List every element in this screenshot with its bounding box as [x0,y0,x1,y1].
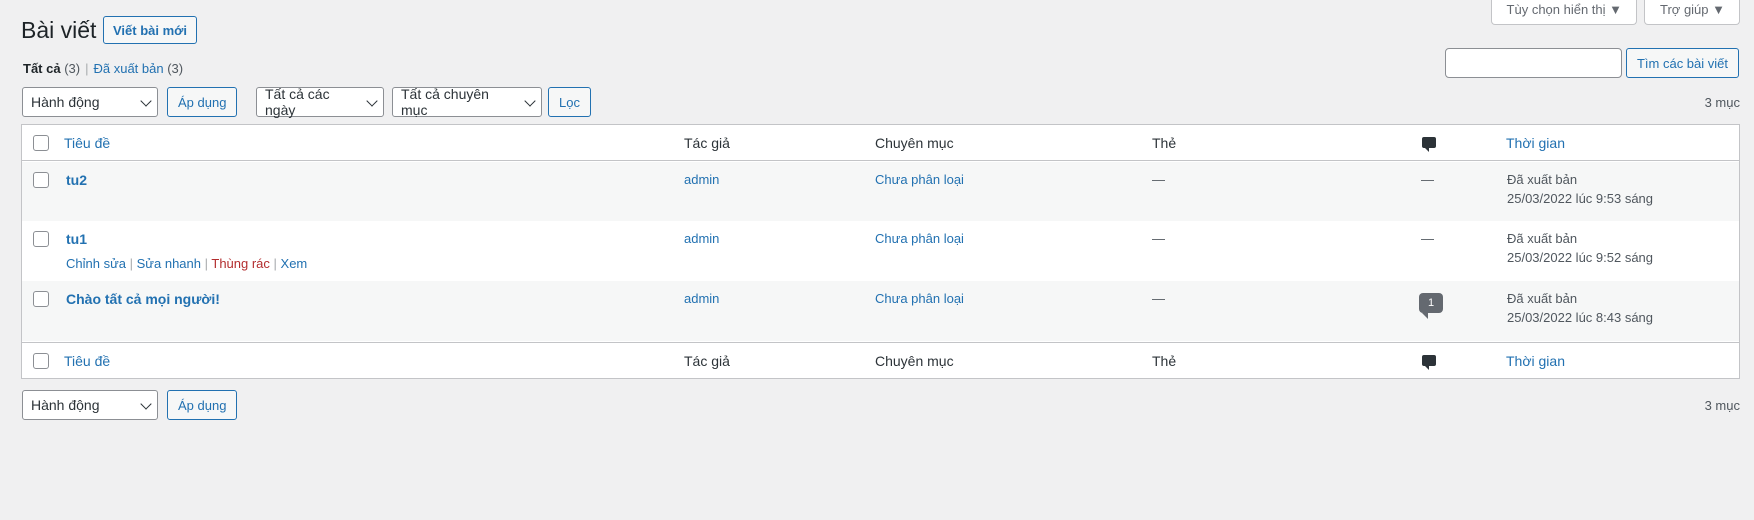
author-link[interactable]: admin [684,291,719,306]
comment-icon[interactable] [1422,355,1436,370]
comments-value: — [1421,172,1434,187]
column-author: Tác giả [684,353,730,369]
column-tags: Thẻ [1152,135,1177,151]
column-date-sort[interactable]: Thời gian [1506,353,1565,369]
view-published-count: (3) [167,61,184,76]
comment-icon[interactable] [1422,137,1436,152]
view-all-label: Tất cả [23,61,61,76]
edit-link[interactable]: Chỉnh sửa [66,256,126,271]
apply-button[interactable]: Áp dụng [167,87,238,117]
post-title-link[interactable]: tu2 [66,172,87,188]
bulk-action-select-bottom[interactable]: Hành động [22,390,158,420]
column-title-sort[interactable]: Tiêu đề [64,353,110,369]
table-row: tu2 admin Chưa phân loại — — Đã xuất bản… [22,162,1739,221]
help-button[interactable]: Trợ giúp ▼ [1644,0,1740,25]
table-footer-row: Tiêu đề Tác giả Chuyên mục Thẻ Thời gian [22,342,1739,379]
filter-button[interactable]: Lọc [548,87,591,117]
help-label: Trợ giúp ▼ [1660,2,1725,17]
view-published-label: Đã xuất bản [93,61,164,76]
chevron-down-icon [524,95,536,107]
search-input[interactable] [1444,48,1622,78]
column-categories: Chuyên mục [875,135,954,151]
chevron-down-icon [140,95,152,107]
chevron-down-icon [366,95,378,107]
items-count: 3 mục [1704,398,1740,413]
category-link[interactable]: Chưa phân loại [875,231,964,246]
post-status: Đã xuất bản [1507,291,1578,306]
search-posts-button[interactable]: Tìm các bài viết [1625,48,1739,78]
screen-options-label: Tùy chọn hiển thị ▼ [1506,2,1623,17]
action-separator: | [269,256,281,271]
view-all-link[interactable]: Tất cả (3) [23,61,80,76]
column-date-sort[interactable]: Thời gian [1506,135,1565,151]
bulk-action-select[interactable]: Hành động [22,87,158,117]
post-date: 25/03/2022 lúc 9:52 sáng [1507,250,1654,265]
action-separator: | [126,256,137,271]
trash-link[interactable]: Thùng rác [211,256,270,271]
add-new-post-button[interactable]: Viết bài mới [103,16,198,44]
row-checkbox[interactable] [33,231,49,247]
view-all-count: (3) [64,61,81,76]
bulk-action-value: Hành động [31,94,100,110]
view-published-link[interactable]: Đã xuất bản (3) [93,61,183,76]
screen-meta-links: Tùy chọn hiển thị ▼ Trợ giúp ▼ [1490,0,1740,25]
category-filter-select[interactable]: Tất cả chuyên mục [392,86,542,118]
tags-value: — [1152,291,1165,306]
post-status: Đã xuất bản [1507,172,1578,187]
post-date: 25/03/2022 lúc 8:43 sáng [1507,310,1654,325]
tags-value: — [1152,231,1165,246]
bulk-action-value: Hành động [31,397,100,413]
select-all-checkbox-footer[interactable] [33,353,49,369]
table-row: Chào tất cả mọi người! admin Chưa phân l… [22,281,1739,341]
post-title-link[interactable]: tu1 [66,231,87,247]
comment-count-bubble[interactable]: 1 [1419,293,1443,319]
apply-button-bottom[interactable]: Áp dụng [167,390,238,420]
row-checkbox[interactable] [33,291,49,307]
category-link[interactable]: Chưa phân loại [875,172,964,187]
post-status: Đã xuất bản [1507,231,1578,246]
tablenav-bottom: Hành động Áp dụng 3 mục [22,390,1740,421]
column-author: Tác giả [684,135,730,151]
category-link[interactable]: Chưa phân loại [875,291,964,306]
tags-value: — [1152,172,1165,187]
view-separator: | [85,61,89,76]
items-count: 3 mục [1704,95,1740,110]
author-link[interactable]: admin [684,231,719,246]
post-date: 25/03/2022 lúc 9:53 sáng [1507,191,1654,206]
select-all-checkbox[interactable] [33,135,49,151]
post-title-link[interactable]: Chào tất cả mọi người! [66,291,220,307]
comments-value: — [1421,231,1434,246]
post-status-views: Tất cả (3) | Đã xuất bản (3) [23,61,183,76]
author-link[interactable]: admin [684,172,719,187]
row-checkbox[interactable] [33,172,49,188]
date-filter-select[interactable]: Tất cả các ngày [256,86,384,118]
search-box: Tìm các bài viết [1444,48,1739,78]
tablenav-top: Hành động Áp dụng Tất cả các ngày Tất cả… [22,86,1740,118]
action-separator: | [201,256,212,271]
column-categories: Chuyên mục [875,353,954,369]
screen-options-button[interactable]: Tùy chọn hiển thị ▼ [1490,0,1638,25]
category-filter-value: Tất cả chuyên mục [401,86,489,118]
row-actions: Chỉnh sửa | Sửa nhanh | Thùng rác | Xem [66,256,307,271]
column-tags: Thẻ [1152,353,1177,369]
column-title-sort[interactable]: Tiêu đề [64,135,110,151]
chevron-down-icon [140,398,152,410]
view-link[interactable]: Xem [281,256,308,271]
table-header-row: Tiêu đề Tác giả Chuyên mục Thẻ Thời gian [22,125,1739,161]
quick-edit-link[interactable]: Sửa nhanh [137,256,201,271]
date-filter-value: Tất cả các ngày [265,86,330,118]
page-title: Bài viết [21,17,97,43]
posts-table: Tiêu đề Tác giả Chuyên mục Thẻ Thời gian… [21,124,1740,379]
table-row: tu1 Chỉnh sửa | Sửa nhanh | Thùng rác | … [22,221,1739,281]
